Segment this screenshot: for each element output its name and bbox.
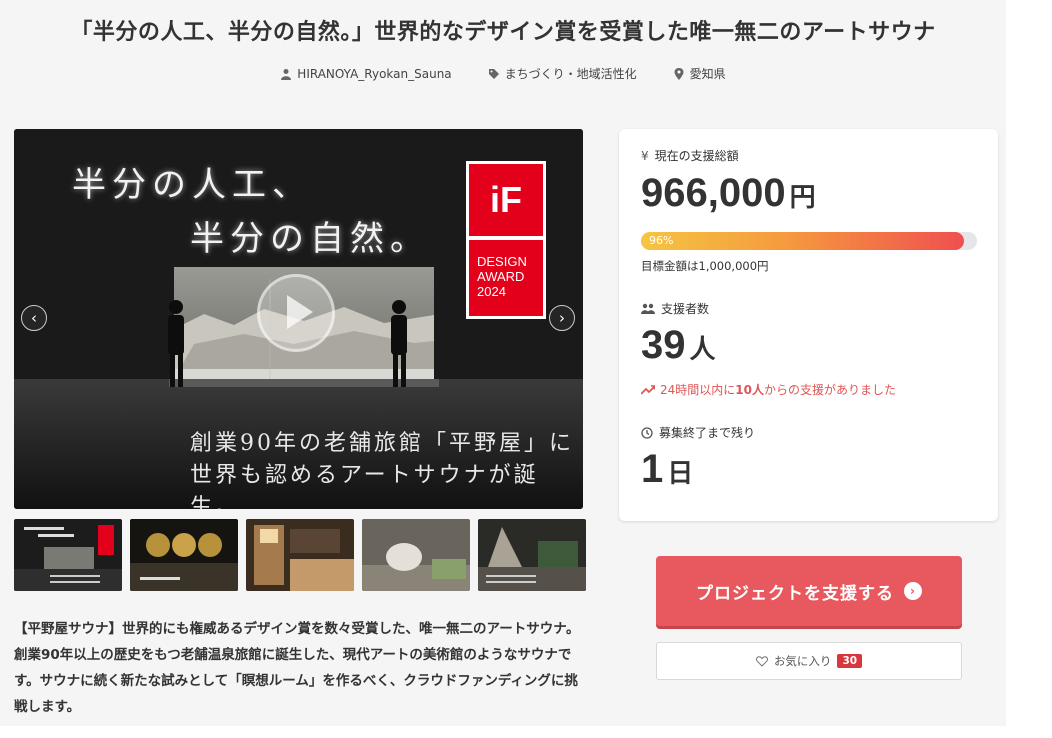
- carousel-prev-button[interactable]: ‹: [21, 305, 47, 331]
- page-edge: [1006, 0, 1052, 738]
- project-description: 【平野屋サウナ】世界的にも権威あるデザイン賞を数々受賞した、唯一無二のアートサウ…: [14, 621, 580, 715]
- supporters-count-value: 39: [641, 323, 686, 367]
- trend-suffix: からの支援がありました: [763, 383, 896, 397]
- total-amount-label: ¥ 現在の支援総額: [641, 147, 739, 164]
- support-project-button[interactable]: プロジェクトを支援する ›: [656, 556, 962, 626]
- thumbnail-1[interactable]: [14, 519, 122, 591]
- if-logo: iF: [469, 164, 543, 236]
- thumbnail-4[interactable]: [362, 519, 470, 591]
- hero-headline-2: 半分の自然。: [190, 219, 430, 259]
- total-label-text: 現在の支援総額: [654, 149, 739, 163]
- trend-count: 10人: [735, 383, 764, 397]
- thumbnail-2[interactable]: [130, 519, 238, 591]
- project-meta: HIRANOYA_Ryokan_Sauna まちづくり・地域活性化 愛知県: [0, 65, 1006, 82]
- thumbnail-image: [362, 519, 470, 591]
- total-amount-value: 966,000: [641, 171, 786, 215]
- recent-support-note: 24時間以内に10人からの支援がありました: [641, 381, 896, 398]
- remaining-label-text: 募集終了まで残り: [659, 426, 756, 440]
- page-bottom-edge: [0, 726, 1052, 738]
- thumbnail-image: [14, 519, 122, 591]
- remaining-days: 1日: [641, 447, 693, 492]
- meta-category[interactable]: まちづくり・地域活性化: [488, 65, 637, 82]
- award-line: DESIGN: [477, 254, 527, 269]
- funding-stats-card: ¥ 現在の支援総額 966,000 円 96% 目標金額は1,000,000円 支…: [619, 129, 998, 521]
- favorite-button[interactable]: お気に入り 30: [656, 642, 962, 680]
- support-button-label: プロジェクトを支援する: [696, 583, 894, 604]
- chevron-right-icon: ›: [904, 582, 922, 600]
- meta-location-label: 愛知県: [689, 67, 726, 81]
- map-pin-icon: [674, 67, 684, 80]
- hero-headline-1: 半分の人工、: [72, 165, 312, 205]
- goal-amount: 目標金額は1,000,000円: [641, 259, 769, 273]
- progress-percent: 96%: [649, 234, 674, 247]
- award-text: DESIGN AWARD 2024: [469, 240, 543, 316]
- thumbnail-image: [130, 519, 238, 591]
- supporters-label-text: 支援者数: [661, 302, 710, 316]
- funding-progress-bar: 96%: [641, 232, 977, 250]
- heart-icon: [755, 655, 768, 667]
- thumbnail-5[interactable]: [478, 519, 586, 591]
- remaining-days-value: 1: [641, 447, 664, 491]
- trending-up-icon: [641, 384, 655, 395]
- page-title: 「半分の人工、半分の自然。」世界的なデザイン賞を受賞した唯一無二のアートサウナ: [70, 20, 936, 45]
- thumbnail-3[interactable]: [246, 519, 354, 591]
- carousel-next-button[interactable]: ›: [549, 305, 575, 331]
- hero-caption-2: 世界も認めるアートサウナが誕生。: [190, 463, 539, 509]
- tag-icon: [488, 68, 499, 79]
- meta-author-label: HIRANOYA_Ryokan_Sauna: [297, 66, 452, 81]
- thumbnail-image: [478, 519, 586, 591]
- meta-author[interactable]: HIRANOYA_Ryokan_Sauna: [280, 65, 452, 82]
- play-video-icon[interactable]: [257, 274, 335, 352]
- trend-prefix: 24時間以内に: [660, 383, 736, 397]
- thumbnail-strip: [14, 519, 586, 591]
- if-design-award-badge: iF DESIGN AWARD 2024: [466, 161, 546, 319]
- hero-caption-1: 創業90年の老舗旅館「平野屋」に: [190, 431, 574, 456]
- people-icon: [641, 303, 655, 314]
- favorite-count-badge: 30: [837, 654, 863, 668]
- supporters-label: 支援者数: [641, 300, 709, 317]
- user-icon: [281, 68, 292, 80]
- total-amount: 966,000 円: [641, 171, 816, 216]
- supporters-count: 39 人: [641, 323, 716, 368]
- thumbnail-image: [246, 519, 354, 591]
- meta-location[interactable]: 愛知県: [673, 65, 726, 82]
- remaining-label: 募集終了まで残り: [641, 424, 755, 441]
- yen-icon: ¥: [641, 148, 649, 163]
- progress-fill: [641, 232, 964, 250]
- yen-unit: 円: [789, 182, 816, 212]
- supporters-unit: 人: [689, 334, 716, 364]
- remaining-unit: 日: [667, 458, 694, 488]
- award-line: AWARD: [477, 269, 525, 284]
- main-project-image[interactable]: 半分の人工、 半分の自然。 iF DESIGN AWARD 2024 創業90年…: [14, 129, 583, 509]
- meta-category-label: まちづくり・地域活性化: [504, 67, 637, 81]
- favorite-label: お気に入り: [773, 654, 832, 668]
- clock-icon: [641, 426, 653, 439]
- award-line: 2024: [477, 284, 506, 299]
